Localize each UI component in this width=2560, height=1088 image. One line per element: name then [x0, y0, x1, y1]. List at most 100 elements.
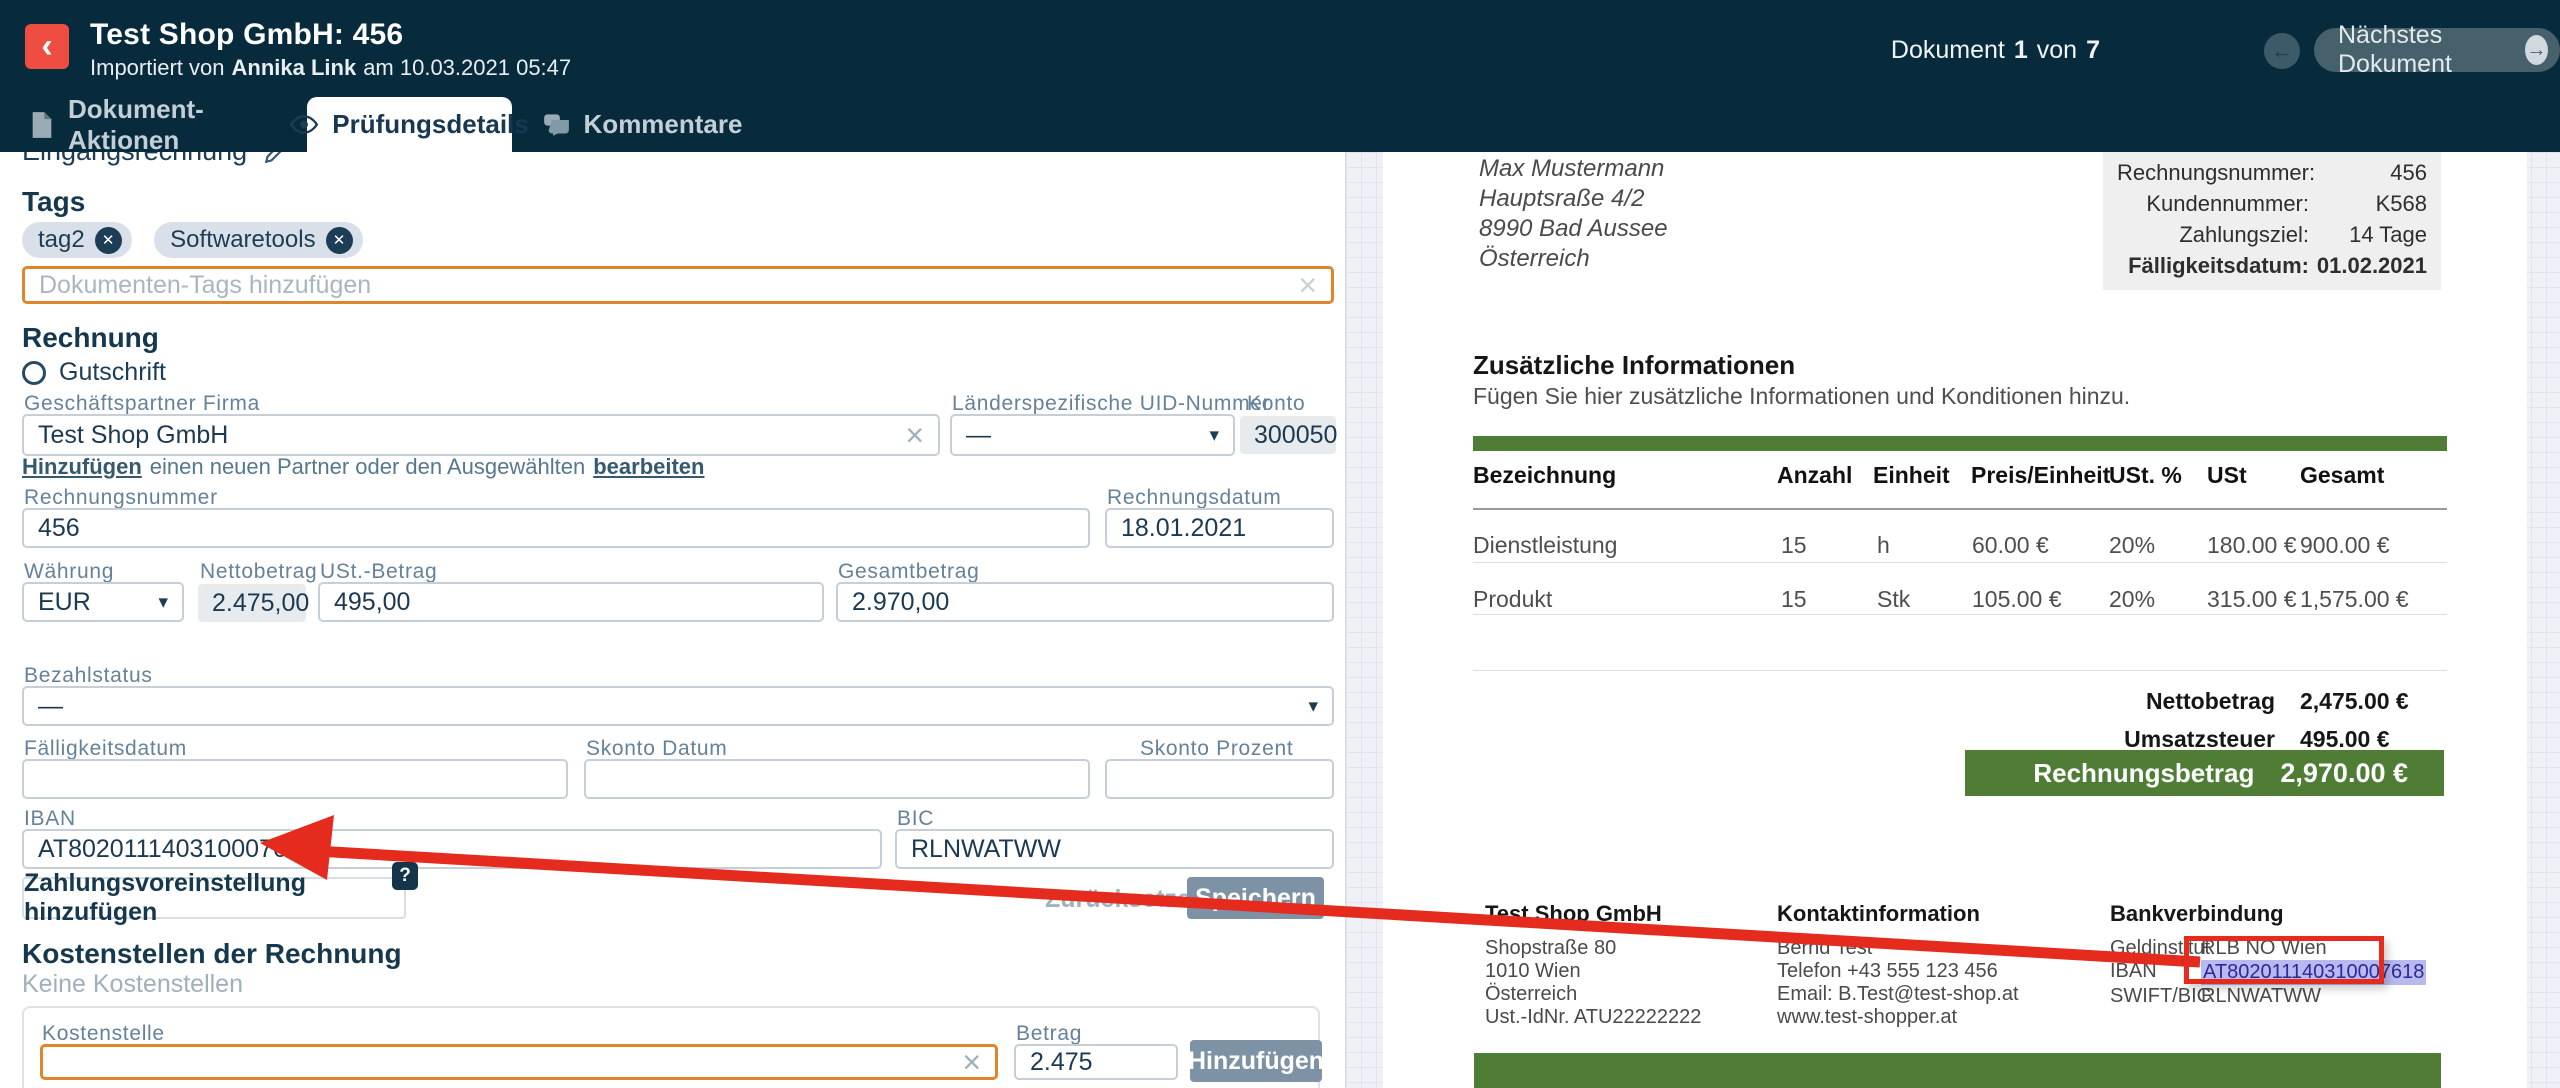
total-label: Nettobetrag [1965, 688, 2275, 715]
invoice-date-input[interactable]: 18.01.2021 [1105, 508, 1334, 548]
costcenter-panel: Kostenstelle × Betrag 2.475 Hinzufügen [22, 1006, 1320, 1088]
arrow-left-icon: ← [2271, 38, 2293, 64]
remove-tag-icon[interactable]: ✕ [95, 227, 122, 254]
table-cell: 20% [2109, 586, 2155, 613]
partner-label: Geschäftspartner Firma [24, 392, 260, 416]
help-badge[interactable]: ? [392, 862, 418, 890]
additional-info-subtitle: Fügen Sie hier zusätzliche Informationen… [1473, 383, 2130, 410]
currency-label: Währung [24, 560, 114, 584]
table-cell: 900.00 € [2300, 532, 2390, 559]
tab-dokument-aktionen[interactable]: Dokument-Aktionen [30, 97, 310, 152]
clear-icon[interactable]: × [962, 1046, 981, 1078]
paystatus-select[interactable]: — ▾ [22, 686, 1334, 726]
konto-label: Konto [1247, 392, 1305, 416]
grand-total-bar: Rechnungsbetrag 2,970.00 € [1965, 750, 2444, 796]
vat-input[interactable]: 495,00 [318, 582, 824, 622]
costcenter-input[interactable]: × [40, 1044, 998, 1080]
footer-contact-col: Kontaktinformation Bernd Test Telefon +4… [1777, 902, 2019, 1029]
skonto-date-input[interactable] [584, 759, 1090, 799]
table-cell: 20% [2109, 532, 2155, 559]
tab-kommentare[interactable]: Kommentare [535, 97, 750, 152]
total-input[interactable]: 2.970,00 [836, 582, 1334, 622]
add-partner-link[interactable]: Hinzufügen [22, 454, 142, 480]
paystatus-value: — [38, 692, 63, 721]
partner-input[interactable]: Test Shop GmbH × [22, 414, 940, 456]
gutschrift-label: Gutschrift [59, 358, 166, 387]
table-rule [1473, 670, 2447, 671]
app: ‹ Test Shop GmbH: 456 Importiert von Ann… [0, 0, 2560, 1088]
uid-select[interactable]: — ▾ [950, 414, 1235, 456]
invoice-page: Max Mustermann Hauptsraße 4/2 8990 Bad A… [1383, 152, 2527, 1088]
payment-preset-button[interactable]: Zahlungsvoreinstellung hinzufügen [22, 877, 406, 919]
costcenter-empty: Keine Kostenstellen [22, 970, 243, 999]
invoice-date-label: Rechnungsdatum [1107, 486, 1281, 510]
chevron-down-icon: ▾ [1209, 424, 1219, 447]
meta-row: Zahlungsziel: 14 Tage [2103, 222, 2441, 248]
costcenter-label: Kostenstelle [42, 1022, 165, 1046]
save-button[interactable]: Speichern [1187, 877, 1324, 919]
back-button[interactable]: ‹ [25, 24, 69, 69]
add-tag-input[interactable]: Dokumenten-Tags hinzufügen × [22, 266, 1334, 304]
grand-total-label: Rechnungsbetrag [2033, 758, 2254, 789]
recipient-line: Max Mustermann [1479, 154, 1668, 184]
invoice-meta-box: Rechnungsnummer: 456 Kundennummer: K568 … [2103, 152, 2441, 290]
add-tag-placeholder: Dokumenten-Tags hinzufügen [39, 271, 371, 300]
invoice-number-input[interactable]: 456 [22, 508, 1090, 548]
comments-icon [543, 113, 570, 136]
tag-chip: Softwaretools ✕ [154, 222, 362, 258]
col-header: Anzahl [1777, 462, 1852, 489]
table-cell: Dienstleistung [1473, 532, 1617, 559]
table-cell: 15 [1781, 532, 1807, 559]
reset-button[interactable]: Zurücksetzen [1045, 885, 1206, 914]
edit-partner-link[interactable]: bearbeiten [593, 454, 704, 480]
next-document-button[interactable]: Nächstes Dokument → [2314, 28, 2560, 72]
remove-tag-icon[interactable]: ✕ [326, 227, 353, 254]
amount-input[interactable]: 2.475 [1014, 1044, 1178, 1080]
add-costcenter-button[interactable]: Hinzufügen [1190, 1040, 1322, 1082]
currency-select[interactable]: EUR ▾ [22, 582, 184, 622]
table-cell: 15 [1781, 586, 1807, 613]
verification-form-panel: Eingangsrechnung Tags tag2 ✕ Softwaretoo… [0, 152, 1345, 1088]
uid-label: Länderspezifische UID-Nummer [952, 392, 1270, 416]
document-counter: Dokument 1 von 7 [1891, 36, 2100, 65]
tag-label: Softwaretools [170, 226, 315, 254]
skonto-date-label: Skonto Datum [586, 737, 727, 761]
recipient-line: Hauptsraße 4/2 [1479, 184, 1668, 214]
doc-counter-label: Dokument [1891, 36, 2005, 65]
additional-info-heading: Zusätzliche Informationen [1473, 350, 1795, 381]
tab-label: Kommentare [584, 109, 743, 140]
payment-preset-label: Zahlungsvoreinstellung hinzufügen [24, 869, 404, 927]
table-cell: Produkt [1473, 586, 1552, 613]
tag-chip: tag2 ✕ [22, 222, 132, 258]
total-value: 2,475.00 € [2300, 688, 2409, 715]
invoice-number-label: Rechnungsnummer [24, 486, 218, 510]
tag-label: tag2 [38, 226, 85, 254]
previous-document-button[interactable]: ← [2264, 33, 2300, 69]
iban-label: IBAN [24, 807, 76, 831]
due-date-input[interactable] [22, 759, 568, 799]
eye-icon [290, 115, 318, 134]
clear-icon[interactable]: × [1298, 269, 1317, 301]
rechnung-heading: Rechnung [22, 322, 159, 354]
recipient-line: 8990 Bad Aussee [1479, 214, 1668, 244]
green-divider-bar [1473, 436, 2447, 451]
gutschrift-radio[interactable] [22, 361, 46, 385]
bic-input[interactable]: RLNWATWW [895, 829, 1334, 869]
footer-bank-col: Bankverbindung Geldinstitut RLB NÖ Wien … [2110, 902, 2426, 1008]
clear-icon[interactable]: × [905, 419, 924, 451]
skonto-percent-input[interactable] [1105, 759, 1334, 799]
col-header: USt [2207, 462, 2247, 489]
uid-value: — [966, 421, 991, 450]
bic-value: RLNWATWW [911, 835, 1061, 864]
recipient-address: Max Mustermann Hauptsraße 4/2 8990 Bad A… [1479, 154, 1668, 274]
total-label: Gesamtbetrag [838, 560, 979, 584]
import-user: Annika Link [232, 55, 357, 81]
hint-text: einen neuen Partner oder den Ausgewählte… [150, 454, 585, 480]
iban-input[interactable]: AT802011140310007618 [22, 829, 882, 869]
arrow-right-icon: → [2525, 35, 2548, 65]
tab-pruefungsdetails[interactable]: Prüfungsdetails [307, 97, 512, 152]
document-icon [30, 111, 54, 139]
meta-row: Rechnungsnummer: 456 [2103, 160, 2441, 186]
table-cell: 105.00 € [1972, 586, 2062, 613]
iban-value: AT802011140310007618 [38, 835, 315, 864]
